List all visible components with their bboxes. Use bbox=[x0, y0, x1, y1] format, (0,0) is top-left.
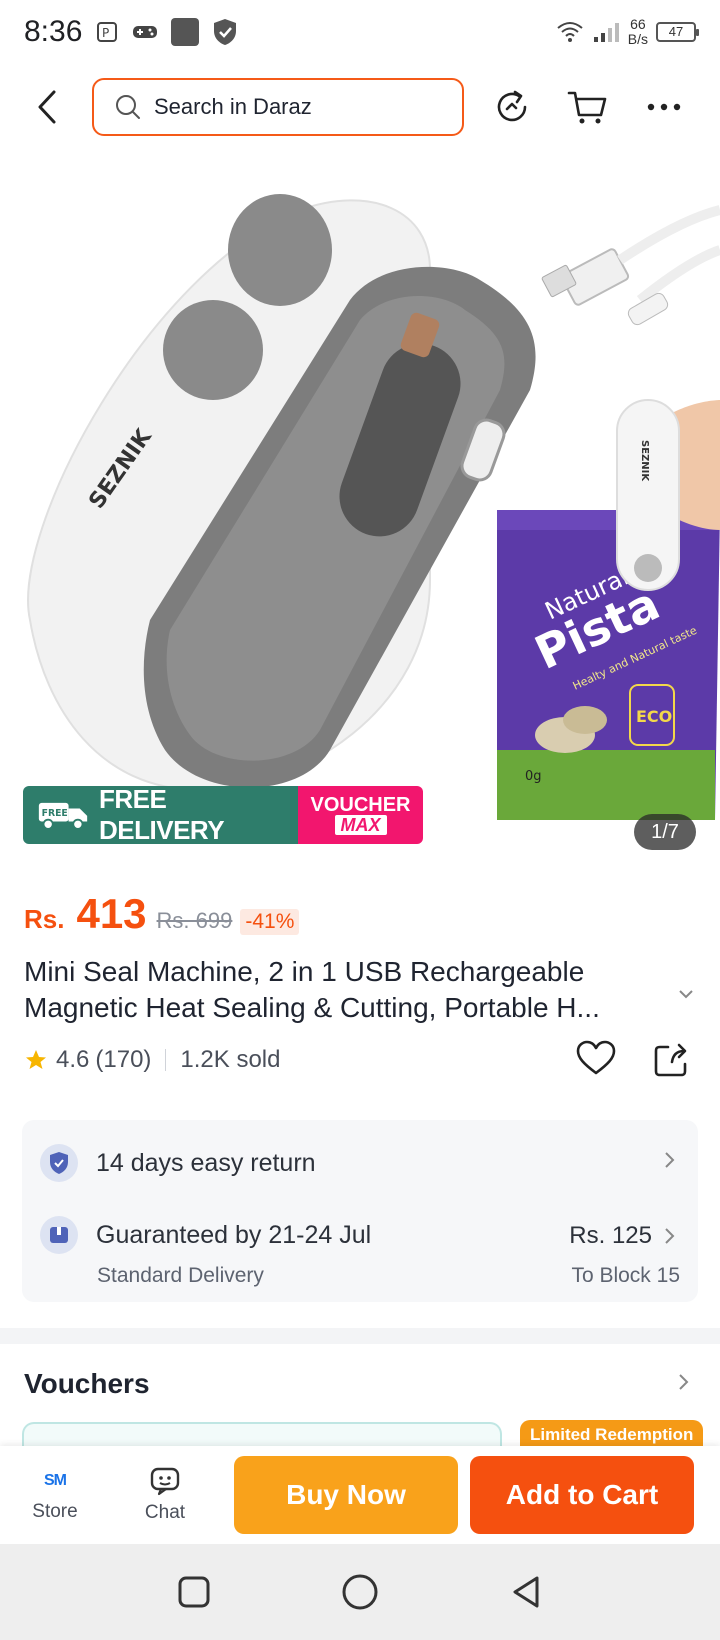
section-divider bbox=[0, 1328, 720, 1344]
network-speed-value: 66 bbox=[630, 16, 646, 32]
app-square-icon bbox=[171, 18, 200, 46]
product-title-line2: Magnetic Heat Sealing & Cutting, Portabl… bbox=[24, 992, 600, 1023]
delivery-truck-icon: FREE bbox=[38, 802, 88, 830]
gamepad-icon bbox=[133, 26, 158, 38]
star-icon bbox=[26, 1050, 46, 1069]
battery-level: 47 bbox=[668, 24, 684, 39]
image-counter: 1/7 bbox=[634, 814, 696, 850]
product-actions bbox=[576, 1040, 690, 1078]
chat-label: Chat bbox=[144, 1502, 186, 1523]
heart-icon[interactable] bbox=[576, 1040, 616, 1076]
promo-badges: FREE FREE DELIVERY VOUCHER MAX bbox=[23, 786, 423, 844]
delivery-box-icon bbox=[40, 1216, 78, 1254]
status-bar: 8:36 P 66 B/s 47 bbox=[0, 0, 720, 64]
chevron-right-icon[interactable] bbox=[678, 1372, 690, 1392]
history-icon bbox=[497, 90, 527, 122]
battery-icon: 47 bbox=[656, 22, 699, 42]
search-icon bbox=[116, 95, 140, 119]
product-image-gallery[interactable]: SEZNIK Natural Pista Healty and Natural … bbox=[0, 150, 720, 860]
chat-icon bbox=[150, 1467, 180, 1496]
return-policy-row[interactable]: 14 days easy return bbox=[40, 1144, 316, 1182]
search-input[interactable]: Search in Daraz bbox=[92, 78, 464, 136]
app-notification-icon: P bbox=[97, 22, 118, 42]
nav-actions bbox=[488, 83, 688, 131]
chevron-right-icon[interactable] bbox=[664, 1226, 676, 1246]
return-policy-text: 14 days easy return bbox=[96, 1148, 316, 1177]
delivery-destination: To Block 15 bbox=[571, 1264, 680, 1287]
vouchers-heading: Vouchers bbox=[24, 1368, 150, 1399]
network-speed: 66 B/s bbox=[628, 17, 648, 47]
voucher-badge-line1: VOUCHER bbox=[310, 794, 411, 816]
free-delivery-label: FREE DELIVERY bbox=[99, 786, 225, 844]
recent-apps-icon[interactable] bbox=[177, 1575, 211, 1609]
free-delivery-badge: FREE FREE DELIVERY bbox=[23, 786, 298, 844]
share-icon[interactable] bbox=[652, 1040, 690, 1078]
return-shield-icon bbox=[40, 1144, 78, 1182]
product-image: SEZNIK Natural Pista Healty and Natural … bbox=[27, 194, 720, 820]
network-speed-unit: B/s bbox=[627, 31, 648, 47]
bag-text-eco: ECO bbox=[636, 707, 672, 726]
delivery-guarantee-row[interactable]: Guaranteed by 21-24 Jul bbox=[40, 1216, 371, 1254]
voucher-badge-line2: MAX bbox=[334, 815, 387, 835]
more-options-button[interactable] bbox=[640, 83, 688, 131]
status-notification-icons: P bbox=[96, 17, 238, 47]
back-triangle-icon[interactable] bbox=[509, 1574, 543, 1610]
cart-icon bbox=[567, 91, 607, 124]
status-system-icons: 66 B/s 47 bbox=[556, 17, 699, 47]
delivery-fee: Rs. 125 bbox=[569, 1222, 652, 1249]
add-to-cart-button[interactable]: Add to Cart bbox=[470, 1456, 694, 1534]
bottom-action-bar: SM Store Chat Buy Now Add to Cart bbox=[0, 1446, 720, 1544]
mini-brand-text: SEZNIK bbox=[639, 440, 650, 482]
more-dots-icon bbox=[647, 103, 681, 111]
svg-text:P: P bbox=[102, 26, 109, 40]
buy-now-button[interactable]: Buy Now bbox=[234, 1456, 458, 1534]
wifi-icon bbox=[557, 22, 583, 42]
rating-divider bbox=[165, 1049, 167, 1071]
rating-count: (170) bbox=[95, 1046, 152, 1073]
bag-text-fat: 0g bbox=[525, 769, 542, 784]
discount-badge: -41% bbox=[240, 909, 300, 935]
search-placeholder: Search in Daraz bbox=[154, 94, 312, 119]
top-nav: Search in Daraz bbox=[0, 72, 720, 142]
price-value: 413 bbox=[76, 890, 147, 937]
product-title: Mini Seal Machine, 2 in 1 USB Rechargeab… bbox=[24, 954, 664, 1026]
store-label: Store bbox=[32, 1501, 78, 1522]
chevron-right-icon[interactable] bbox=[664, 1150, 676, 1170]
back-arrow-icon bbox=[38, 90, 56, 124]
shield-icon bbox=[214, 19, 237, 45]
back-button[interactable] bbox=[22, 81, 74, 133]
delivery-info-card: 14 days easy return Guaranteed by 21-24 … bbox=[22, 1120, 698, 1302]
store-button[interactable]: SM Store bbox=[0, 1446, 110, 1544]
chat-button[interactable]: Chat bbox=[110, 1446, 220, 1544]
chevron-down-icon bbox=[679, 990, 693, 999]
original-price: Rs. 699 bbox=[156, 908, 233, 933]
free-tag-text: FREE bbox=[42, 808, 68, 819]
expand-title-button[interactable] bbox=[672, 980, 700, 1008]
price-row: Rs. 413 Rs. 699 -41% bbox=[24, 890, 300, 938]
status-time: 8:36 bbox=[24, 15, 83, 48]
rating-score: 4.6 bbox=[56, 1046, 90, 1073]
delivery-guarantee-text: Guaranteed by 21-24 Jul bbox=[96, 1220, 372, 1249]
rating-row[interactable]: 4.6 (170) 1.2K sold bbox=[24, 1046, 280, 1074]
signal-icon bbox=[593, 23, 619, 42]
product-title-line1: Mini Seal Machine, 2 in 1 USB Rechargeab… bbox=[24, 956, 585, 987]
price-currency: Rs. bbox=[24, 904, 65, 934]
home-circle-icon[interactable] bbox=[341, 1573, 379, 1611]
system-nav-bar bbox=[0, 1544, 720, 1640]
store-logo-icon: SM bbox=[44, 1472, 67, 1489]
history-button[interactable] bbox=[488, 83, 536, 131]
cart-button[interactable] bbox=[564, 83, 612, 131]
sold-count: 1.2K sold bbox=[180, 1046, 281, 1073]
delivery-type: Standard Delivery bbox=[97, 1264, 264, 1287]
voucher-max-badge: VOUCHER MAX bbox=[298, 786, 423, 844]
